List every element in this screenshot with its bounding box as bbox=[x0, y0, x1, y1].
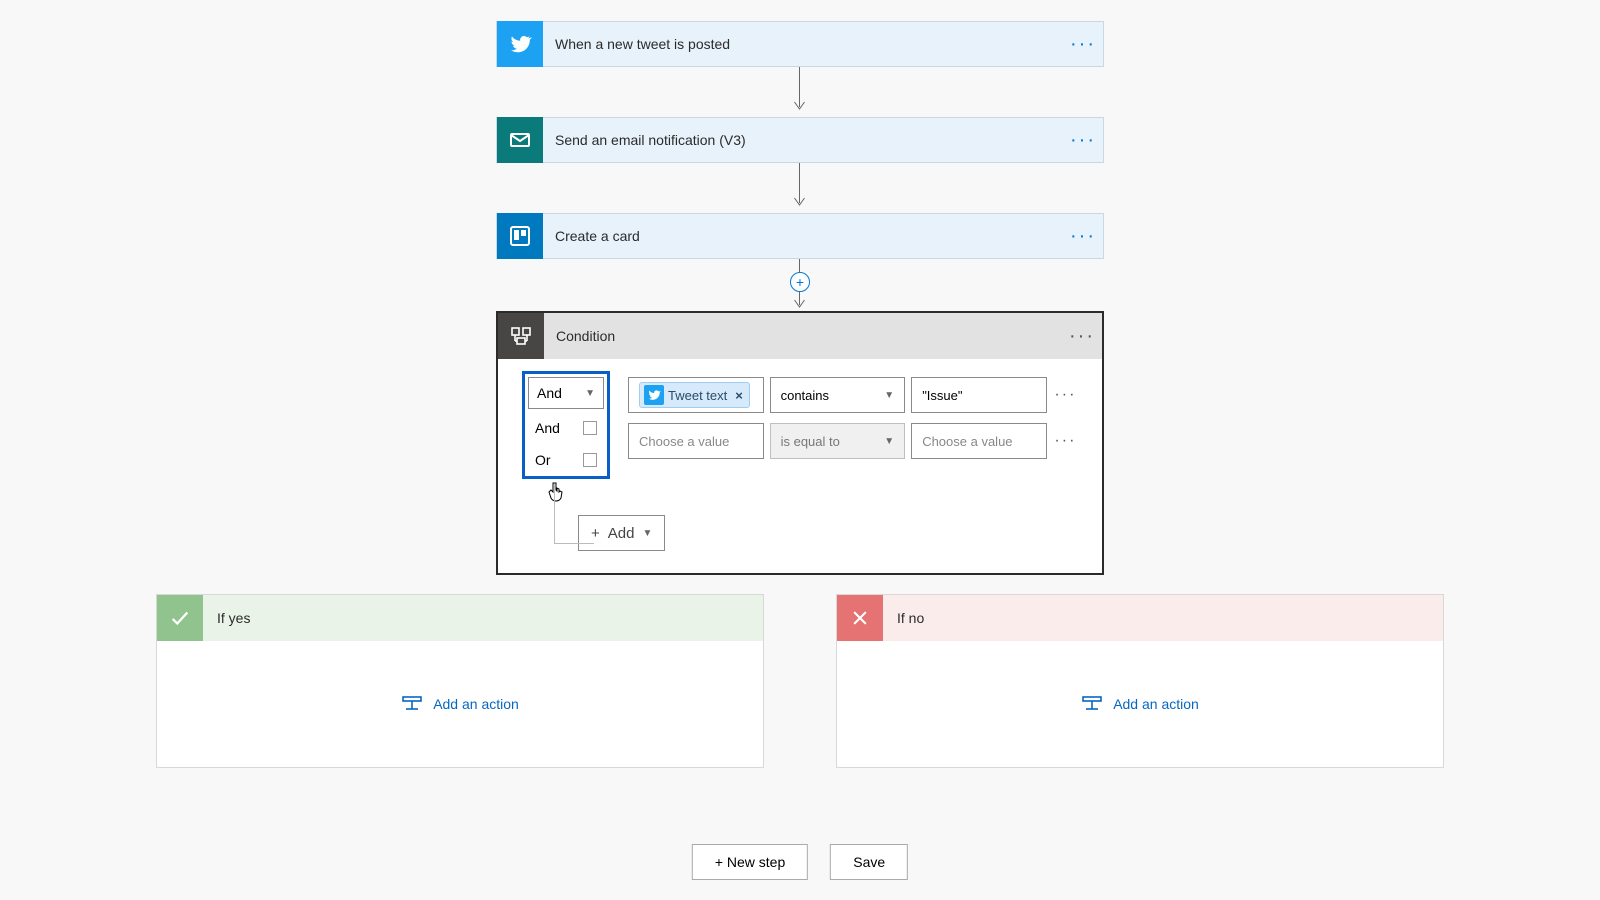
add-action-label: Add an action bbox=[1113, 696, 1199, 712]
add-label: Add bbox=[608, 525, 635, 542]
logic-selected-value: And bbox=[537, 385, 562, 401]
token-label: Tweet text bbox=[668, 388, 727, 403]
step-label: Create a card bbox=[543, 228, 1063, 244]
checkbox-icon bbox=[583, 453, 597, 467]
step-label: Send an email notification (V3) bbox=[543, 132, 1063, 148]
condition-row-more-button[interactable]: ··· bbox=[1053, 423, 1078, 459]
step-more-button[interactable]: ··· bbox=[1063, 22, 1103, 66]
right-text: "Issue" bbox=[922, 388, 962, 403]
logic-option-label: And bbox=[535, 420, 560, 436]
chevron-down-icon: ▼ bbox=[642, 528, 652, 539]
step-trigger-tweet[interactable]: When a new tweet is posted ··· bbox=[496, 21, 1104, 67]
token-tweet-text[interactable]: Tweet text × bbox=[639, 382, 750, 408]
add-action-icon bbox=[1081, 695, 1103, 713]
footer-buttons: + New step Save bbox=[692, 844, 908, 880]
condition-right-value[interactable]: Choose a value bbox=[911, 423, 1047, 459]
condition-more-button[interactable]: ··· bbox=[1062, 313, 1102, 359]
flow-arrow-icon bbox=[800, 163, 801, 195]
add-action-button[interactable]: Add an action bbox=[401, 695, 519, 713]
condition-header[interactable]: Condition ··· bbox=[498, 313, 1102, 359]
step-send-email[interactable]: Send an email notification (V3) ··· bbox=[496, 117, 1104, 163]
chevron-down-icon: ▼ bbox=[884, 436, 894, 447]
add-action-icon bbox=[401, 695, 423, 713]
condition-row: Tweet text × contains ▼ "Issue" ··· bbox=[628, 377, 1078, 413]
if-no-label: If no bbox=[883, 610, 924, 626]
operator-value: contains bbox=[781, 388, 829, 403]
chevron-down-icon: ▼ bbox=[884, 390, 894, 401]
condition-row-more-button[interactable]: ··· bbox=[1053, 377, 1078, 413]
add-action-button[interactable]: Add an action bbox=[1081, 695, 1199, 713]
trello-icon bbox=[497, 213, 543, 259]
step-more-button[interactable]: ··· bbox=[1063, 214, 1103, 258]
save-button[interactable]: Save bbox=[830, 844, 908, 880]
condition-row: Choose a value is equal to ▼ Choose a va… bbox=[628, 423, 1078, 459]
if-yes-label: If yes bbox=[203, 610, 250, 626]
condition-left-value[interactable]: Choose a value bbox=[628, 423, 764, 459]
checkbox-icon bbox=[583, 421, 597, 435]
placeholder-text: Choose a value bbox=[639, 434, 729, 449]
mail-icon bbox=[497, 117, 543, 163]
step-create-card[interactable]: Create a card ··· bbox=[496, 213, 1104, 259]
condition-operator-select[interactable]: is equal to ▼ bbox=[770, 423, 906, 459]
condition-title: Condition bbox=[544, 328, 1062, 344]
tree-connector-line bbox=[554, 484, 594, 544]
chevron-down-icon: ▼ bbox=[585, 388, 595, 399]
condition-icon bbox=[498, 313, 544, 359]
operator-value: is equal to bbox=[781, 434, 840, 449]
save-label: Save bbox=[853, 854, 885, 870]
condition-operator-select[interactable]: contains ▼ bbox=[770, 377, 906, 413]
check-icon bbox=[157, 595, 203, 641]
step-label: When a new tweet is posted bbox=[543, 36, 1063, 52]
step-more-button[interactable]: ··· bbox=[1063, 118, 1103, 162]
if-yes-header[interactable]: If yes bbox=[157, 595, 763, 641]
if-yes-branch: If yes Add an action bbox=[156, 594, 764, 768]
condition-left-value[interactable]: Tweet text × bbox=[628, 377, 764, 413]
twitter-icon bbox=[497, 21, 543, 67]
condition-card: Condition ··· And ▼ And Or bbox=[496, 311, 1104, 575]
placeholder-text: Choose a value bbox=[922, 434, 1012, 449]
if-no-header[interactable]: If no bbox=[837, 595, 1443, 641]
new-step-label: + New step bbox=[715, 854, 785, 870]
close-icon bbox=[837, 595, 883, 641]
flow-arrow-icon bbox=[800, 67, 801, 99]
logic-option-and[interactable]: And bbox=[525, 412, 607, 444]
logic-select[interactable]: And ▼ bbox=[528, 377, 604, 409]
add-action-label: Add an action bbox=[433, 696, 519, 712]
logic-option-label: Or bbox=[535, 452, 551, 468]
if-no-branch: If no Add an action bbox=[836, 594, 1444, 768]
logic-dropdown[interactable]: And ▼ And Or bbox=[522, 371, 610, 479]
insert-step-button[interactable]: + bbox=[790, 272, 810, 292]
condition-right-value[interactable]: "Issue" bbox=[911, 377, 1047, 413]
new-step-button[interactable]: + New step bbox=[692, 844, 808, 880]
twitter-icon bbox=[644, 385, 664, 405]
logic-option-or[interactable]: Or bbox=[525, 444, 607, 476]
token-remove-icon[interactable]: × bbox=[731, 388, 743, 403]
